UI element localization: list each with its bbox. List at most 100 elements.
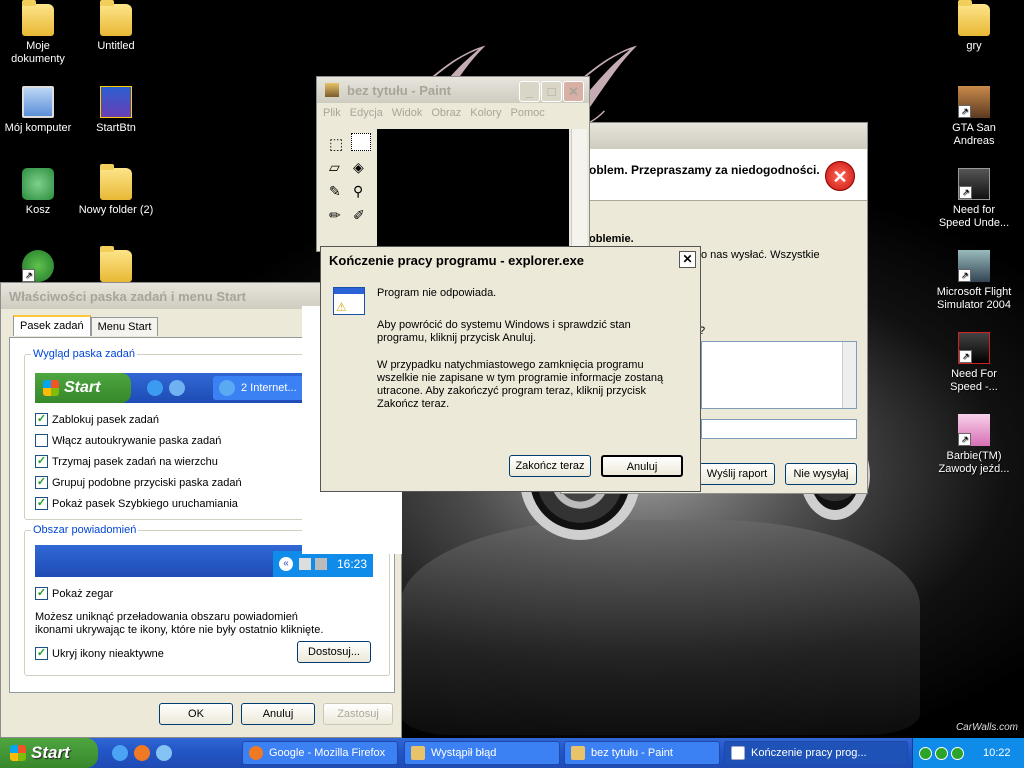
gta-icon	[958, 86, 990, 118]
paint-titlebar[interactable]: bez tytułu - Paint _ □ ✕	[317, 77, 589, 103]
checkbox[interactable]: ✓	[35, 497, 48, 510]
nfs-icon	[958, 332, 990, 364]
customize-button[interactable]: Dostosuj...	[297, 641, 371, 663]
eraser-icon[interactable]: ▱	[329, 159, 340, 176]
preview-clock: 16:23	[337, 557, 368, 571]
windows-flag-icon	[43, 380, 59, 396]
cancel-button[interactable]: Anuluj	[241, 703, 315, 725]
desktop-icon-folder[interactable]	[78, 246, 154, 286]
menu-help[interactable]: Pomoc	[510, 107, 544, 119]
error-email-field[interactable]	[701, 419, 857, 439]
option-show-clock[interactable]: ✓ Pokaż zegar	[35, 587, 113, 600]
paint-icon	[571, 746, 585, 760]
error-report-titlebar[interactable]	[561, 123, 867, 149]
message-line: W przypadku natychmiastowego zamknięcia …	[377, 359, 664, 410]
desktop-icon-label: Need For Speed -...	[950, 368, 998, 393]
desktop-icon-barbie[interactable]: Barbie(TM) Zawody jeźd...	[936, 414, 1012, 476]
wallpaper-credit: CarWalls.com	[955, 722, 1018, 733]
paint-scrollbar[interactable]	[571, 129, 587, 251]
nfs-icon	[958, 168, 990, 200]
preview-tray: « 16:23	[273, 551, 373, 577]
start-button[interactable]: Start	[0, 738, 98, 768]
option-group-buttons[interactable]: ✓ Grupuj podobne przyciski paska zadań	[35, 476, 242, 489]
dont-send-button[interactable]: Nie wysyłaj	[785, 463, 857, 485]
folder-icon	[100, 0, 132, 36]
pencil-icon[interactable]: ✏	[329, 207, 341, 224]
magnifier-icon[interactable]: ⚲	[353, 183, 363, 200]
apply-button[interactable]: Zastosuj	[323, 703, 393, 725]
taskbar-properties-title: Właściwości paska zadań i menu Start	[9, 288, 246, 304]
paint-window[interactable]: bez tytułu - Paint _ □ ✕ Plik Edycja Wid…	[316, 76, 590, 252]
folder-icon	[100, 164, 132, 200]
task-error[interactable]: Wystąpił błąd	[404, 741, 560, 765]
send-report-button[interactable]: Wyślij raport	[699, 463, 775, 485]
end-program-titlebar[interactable]: Kończenie pracy programu - explorer.exe …	[321, 247, 700, 273]
menu-view[interactable]: Widok	[392, 107, 423, 119]
tab-taskbar[interactable]: Pasek zadań	[13, 315, 91, 336]
end-program-dialog[interactable]: Kończenie pracy programu - explorer.exe …	[320, 246, 701, 492]
option-autohide[interactable]: Włącz autoukrywanie paska zadań	[35, 434, 221, 447]
ie-icon[interactable]	[112, 745, 128, 761]
fill-icon[interactable]: ◈	[353, 159, 364, 176]
picker-icon[interactable]: ✎	[329, 183, 341, 200]
clock[interactable]: 10:22	[983, 747, 1011, 759]
option-hide-inactive[interactable]: ✓ Ukryj ikony nieaktywne	[35, 647, 164, 660]
cancel-button[interactable]: Anuluj	[601, 455, 683, 477]
desktop-icon-startbtn[interactable]: StartBtn	[78, 86, 154, 135]
scrollbar[interactable]	[842, 342, 856, 408]
checkbox[interactable]: ✓	[35, 647, 48, 660]
ok-button[interactable]: OK	[159, 703, 233, 725]
desktop-icon-my-computer[interactable]: Mój komputer	[0, 86, 76, 135]
tray-app-icon[interactable]	[935, 746, 948, 760]
close-button[interactable]: ✕	[679, 251, 696, 268]
free-select-icon[interactable]: ⬚	[329, 135, 343, 153]
task-paint[interactable]: bez tytułu - Paint	[564, 741, 720, 765]
warning-icon: ⚠	[336, 300, 347, 314]
menu-edit[interactable]: Edycja	[350, 107, 383, 119]
paint-canvas[interactable]	[377, 129, 569, 251]
firefox-icon	[249, 746, 263, 760]
message-line: Program nie odpowiada.	[377, 287, 497, 299]
error-app-icon	[411, 746, 425, 760]
checkbox[interactable]	[35, 434, 48, 447]
desktop-icon-label: gry	[966, 40, 982, 52]
checkbox[interactable]: ✓	[35, 587, 48, 600]
ie-icon[interactable]	[156, 745, 172, 761]
option-quick-launch[interactable]: ✓ Pokaż pasek Szybkiego uruchamiania	[35, 497, 238, 510]
error-details-textarea[interactable]	[701, 341, 857, 409]
desktop-icon-label: Nowy folder (2)	[78, 204, 154, 216]
tray-app-icon[interactable]	[919, 746, 932, 760]
desktop-icon-untitled[interactable]: Untitled	[78, 0, 154, 53]
desktop-icon-utorrent[interactable]	[0, 250, 76, 286]
brush-icon[interactable]: ✐	[353, 207, 365, 224]
firefox-icon[interactable]	[134, 745, 150, 761]
desktop-icon-gry[interactable]: gry	[936, 0, 1012, 53]
error-report-header: oblem. Przepraszamy za niedogodności. ✕	[561, 149, 867, 201]
minimize-button[interactable]: _	[519, 81, 540, 102]
option-on-top[interactable]: ✓ Trzymaj pasek zadań na wierzchu	[35, 455, 218, 468]
tray-app-icon[interactable]	[951, 746, 964, 760]
menu-colors[interactable]: Kolory	[470, 107, 501, 119]
task-firefox[interactable]: Google - Mozilla Firefox	[242, 741, 398, 765]
task-end-program[interactable]: Kończenie pracy prog...	[724, 741, 908, 765]
close-button[interactable]: ✕	[563, 81, 584, 102]
desktop-icon-flight-sim[interactable]: Microsoft Flight Simulator 2004	[936, 250, 1012, 312]
desktop-icon-new-folder-2[interactable]: Nowy folder (2)	[78, 164, 154, 217]
desktop-icon-nfs-underground[interactable]: Need for Speed Unde...	[936, 168, 1012, 230]
tab-start-menu[interactable]: Menu Start	[90, 317, 159, 336]
desktop-icon-gta[interactable]: GTA San Andreas	[936, 86, 1012, 148]
desktop-icon-my-documents[interactable]: Moje dokumenty	[0, 0, 76, 66]
desktop-icon-recycle-bin[interactable]: Kosz	[0, 168, 76, 217]
menu-file[interactable]: Plik	[323, 107, 341, 119]
menu-image[interactable]: Obraz	[431, 107, 461, 119]
maximize-button[interactable]: □	[541, 81, 562, 102]
rect-select-icon[interactable]	[351, 133, 371, 151]
desktop-icon-nfs[interactable]: Need For Speed -...	[936, 332, 1012, 394]
end-now-button[interactable]: Zakończ teraz	[509, 455, 591, 477]
desktop-icon-label: Need for Speed Unde...	[938, 204, 1010, 229]
checkbox[interactable]: ✓	[35, 476, 48, 489]
desktop-icon-label: Untitled	[97, 40, 135, 52]
option-lock-taskbar[interactable]: ✓ Zablokuj pasek zadań	[35, 413, 159, 426]
checkbox[interactable]: ✓	[35, 413, 48, 426]
checkbox[interactable]: ✓	[35, 455, 48, 468]
